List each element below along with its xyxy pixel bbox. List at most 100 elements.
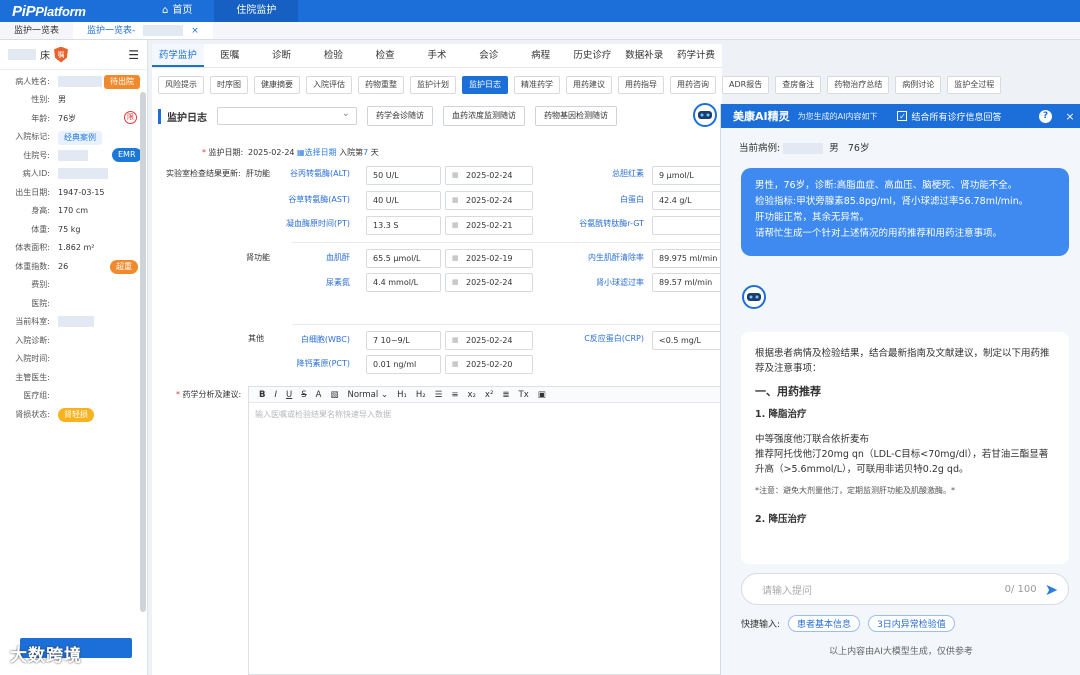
h1-icon[interactable]: H₁	[397, 390, 407, 400]
close-icon[interactable]: ×	[1060, 110, 1080, 123]
lab-alt-date[interactable]: 2025-02-24	[445, 166, 533, 185]
tab-monitor-list[interactable]: 监护一览表	[0, 22, 73, 39]
scrollbar[interactable]	[140, 92, 146, 612]
lab-ast-value[interactable]: 40 U/L	[366, 191, 441, 210]
field-admit-diag: 入院诊断:	[15, 335, 50, 345]
chip-4[interactable]: 药物重整	[358, 76, 404, 94]
tab-main-1[interactable]: 医嘱	[204, 44, 256, 67]
h2-icon[interactable]: H₂	[416, 390, 426, 400]
help-icon[interactable]: ?	[1039, 109, 1052, 123]
quick-patient-info[interactable]: 患者基本信息	[788, 615, 861, 632]
lab-pct-value[interactable]: 0.01 ng/ml	[366, 355, 441, 374]
lab-tbil-value[interactable]: 9 μmol/L	[652, 166, 722, 185]
quick-abnormal-labs[interactable]: 3日内异常检验值	[868, 615, 955, 632]
lab-alb-value[interactable]: 42.4 g/L	[652, 191, 722, 210]
chip-8[interactable]: 用药建议	[566, 76, 612, 94]
nav-home[interactable]: ⌂ 首页	[140, 0, 214, 22]
underline-icon[interactable]: U	[286, 390, 292, 400]
tab-main-2[interactable]: 诊断	[256, 44, 308, 67]
strike-icon[interactable]: S	[301, 390, 306, 400]
tab-main-4[interactable]: 检查	[359, 44, 411, 67]
lab-pct-date[interactable]: 2025-02-20	[445, 355, 533, 374]
lab-ccr-value[interactable]: 89.975 ml/min	[652, 249, 722, 268]
chip-11[interactable]: ADR报告	[722, 76, 770, 94]
classic-case-badge[interactable]: 经典案例	[58, 130, 102, 145]
masked-text	[58, 75, 102, 87]
menu-icon[interactable]: ☰	[128, 48, 139, 62]
bullet-list-icon[interactable]: ≡	[451, 390, 458, 400]
image-icon[interactable]: ▣	[538, 390, 546, 400]
tab-monitor-list-detail[interactable]: 监护一览表- ×	[73, 22, 213, 39]
chip-1[interactable]: 时序图	[210, 76, 248, 94]
chip-5[interactable]: 监护计划	[410, 76, 456, 94]
ai-disclaimer: 以上内容由AI大模型生成，仅供参考	[829, 647, 973, 657]
log-title: 监护日志	[158, 108, 207, 124]
clear-format-icon[interactable]: Tx	[519, 390, 529, 400]
nav-inpatient-monitor[interactable]: 住院监护	[214, 0, 299, 22]
lab-wbc-value[interactable]: 7 10~9/L	[366, 331, 441, 350]
lab-ast-label: 谷草转氨酶(AST)	[288, 195, 350, 204]
format-select[interactable]: Normal ⌄	[348, 390, 389, 400]
ask-input[interactable]: 请输入提问 0/ 100 ➤	[741, 573, 1069, 605]
rich-text-editor[interactable]: BIUS A ▧ Normal ⌄ H₁ H₂ ☰ ≡ x₂ x² ≣ Tx ▣ 输入医嘱或…	[248, 386, 722, 675]
tdm-followup-button[interactable]: 血药浓度监测随访	[443, 106, 525, 126]
tab-main-5[interactable]: 手术	[411, 44, 463, 67]
highlight-icon[interactable]: ▧	[330, 390, 338, 400]
italic-icon[interactable]: I	[274, 390, 277, 400]
send-icon[interactable]: ➤	[1045, 580, 1058, 599]
tab-main-0[interactable]: 药学监护	[152, 44, 204, 67]
lab-alt-value[interactable]: 50 U/L	[366, 166, 441, 185]
chip-7[interactable]: 精准药学	[514, 76, 560, 94]
lab-cr-value[interactable]: 65.5 μmol/L	[366, 249, 441, 268]
align-icon[interactable]: ≣	[502, 390, 509, 400]
tab-main-6[interactable]: 会诊	[463, 44, 515, 67]
divider	[292, 242, 722, 243]
ai-assistant-panel: 美康AI精灵 为您生成的AI内容如下 ✓ 结合所有诊疗信息回答 ? × 当前病例:…	[720, 104, 1080, 675]
close-icon[interactable]: ×	[191, 22, 199, 40]
lab-ggt-value[interactable]	[652, 216, 722, 235]
chip-3[interactable]: 入院评估	[306, 76, 352, 94]
chip-6[interactable]: 监护日志	[462, 76, 508, 94]
gene-followup-button[interactable]: 药物基因检测随访	[535, 106, 617, 126]
ordered-list-icon[interactable]: ☰	[435, 390, 443, 400]
tab-main-9[interactable]: 数据补录	[618, 44, 670, 67]
chip-12[interactable]: 查房备注	[775, 76, 822, 94]
tab-main-10[interactable]: 药学计费	[670, 44, 722, 67]
lab-ccr-label: 内生肌酐清除率	[588, 253, 644, 262]
chip-15[interactable]: 监护全过程	[947, 76, 1002, 94]
lab-bun-date[interactable]: 2025-02-24	[445, 273, 533, 292]
tab-main-7[interactable]: 病程	[515, 44, 567, 67]
lab-ast-date[interactable]: 2025-02-24	[445, 191, 533, 210]
chip-0[interactable]: 风险提示	[158, 76, 204, 94]
main-panel: 药学监护 医嘱 诊断 检验 检查 手术 会诊 病程 历史诊疗 数据补录 药学计费 风险提示 时序图 健康…	[152, 44, 1002, 675]
lab-pt-date[interactable]: 2025-02-21	[445, 216, 533, 235]
field-weight: 体重: 75 kg	[31, 224, 81, 234]
lab-bun-value[interactable]: 4.4 mmol/L	[366, 273, 441, 292]
font-color-icon[interactable]: A	[316, 390, 322, 400]
lab-wbc-date[interactable]: 2025-02-24	[445, 331, 533, 350]
pick-date-link[interactable]: ▦选择日期	[297, 148, 337, 157]
lab-pt-label: 凝血酶原时间(PT)	[286, 219, 350, 228]
lab-pt-value[interactable]: 13.3 S	[366, 216, 441, 235]
tab-main-8[interactable]: 历史诊疗	[567, 44, 619, 67]
lab-crp-value[interactable]: <0.5 mg/L	[652, 331, 722, 350]
chip-14[interactable]: 病例讨论	[895, 76, 942, 94]
subscript-icon[interactable]: x₂	[467, 390, 475, 400]
discharge-badge[interactable]: 待出院	[104, 75, 140, 89]
chip-2[interactable]: 健康摘要	[254, 76, 300, 94]
consult-followup-button[interactable]: 药学会诊随访	[367, 106, 433, 126]
user-message: 男性，76岁，诊断:高脂血症、高血压、脑梗死、肾功能不全。 检验指标:甲状旁腺素8…	[741, 168, 1069, 256]
chip-13[interactable]: 药物治疗总结	[827, 76, 890, 94]
masked-text	[143, 25, 184, 36]
tab-main-3[interactable]: 检验	[307, 44, 359, 67]
chip-10[interactable]: 用药咨询	[670, 76, 716, 94]
emr-badge[interactable]: EMR	[112, 148, 142, 162]
superscript-icon[interactable]: x²	[485, 390, 493, 400]
chip-9[interactable]: 用药指导	[618, 76, 664, 94]
lab-gfr-value[interactable]: 89.57 ml/min	[652, 273, 722, 292]
combine-checkbox[interactable]: ✓ 结合所有诊疗信息回答	[897, 110, 1001, 123]
log-select[interactable]	[217, 107, 357, 125]
robot-icon[interactable]	[690, 100, 720, 130]
bold-icon[interactable]: B	[259, 390, 265, 400]
lab-cr-date[interactable]: 2025-02-19	[445, 249, 533, 268]
